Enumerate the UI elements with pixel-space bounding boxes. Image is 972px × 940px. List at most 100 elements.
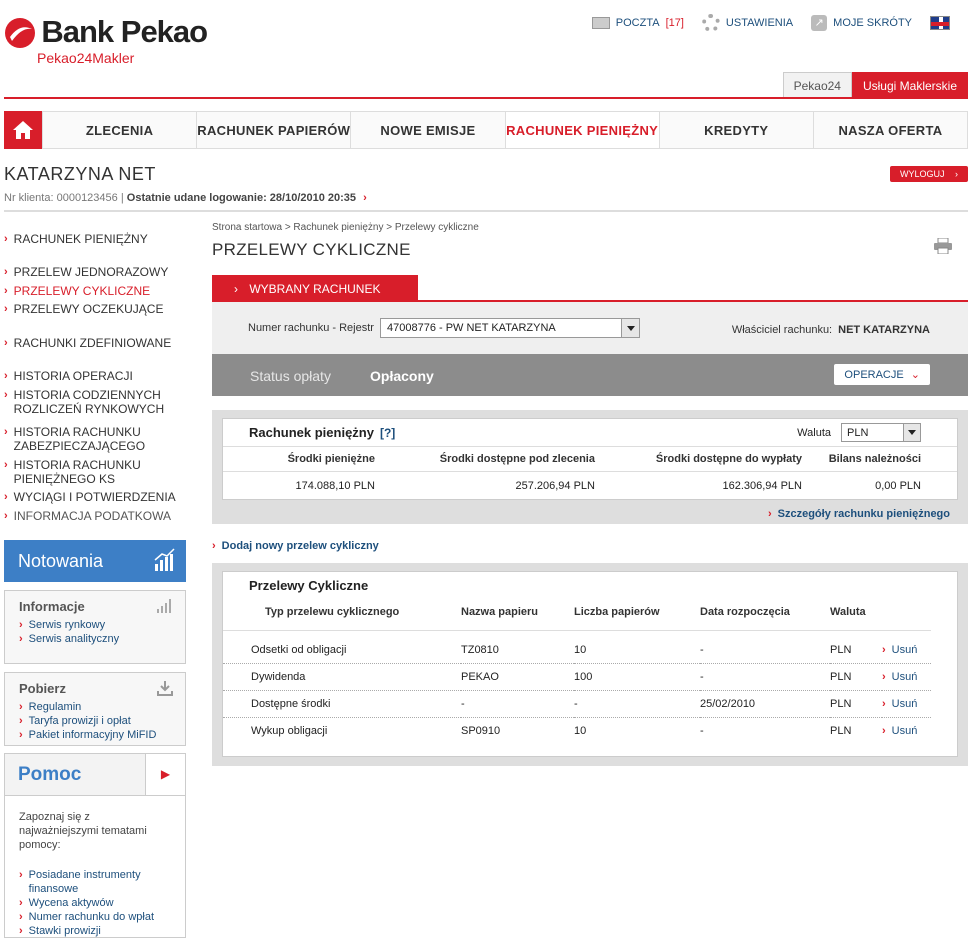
side-item-informacja-podatkowa[interactable]: › INFORMACJA PODATKOWA (4, 509, 171, 523)
settings-link[interactable]: USTAWIENIA (701, 14, 793, 32)
side-item-historia-rozliczen[interactable]: › HISTORIA CODZIENNYCH ROZLICZEŃ RYNKOWYC… (4, 388, 174, 416)
bank-logo[interactable]: Bank Pekao Pekao24Makler (4, 14, 208, 66)
delete-link[interactable]: › Usuń (882, 637, 931, 664)
add-recurring-link[interactable]: › Dodaj nowy przelew cykliczny (212, 540, 379, 552)
balance-table: Środki pieniężne Środki dostępne pod zle… (223, 447, 957, 500)
status-label: Status opłaty (250, 368, 331, 384)
chevron-right-icon: › (19, 619, 23, 631)
pobierz-box: Pobierz › Regulamin › Taryfa prowizji i op… (4, 672, 186, 746)
chevron-right-icon: › (363, 192, 367, 204)
user-divider (4, 210, 968, 212)
chevron-right-icon: › (4, 285, 8, 297)
side-item-przelewy-oczekujace[interactable]: › PRZELEWY OCZEKUJĄCE (4, 302, 163, 316)
tab-pekao24[interactable]: Pekao24 (782, 72, 852, 99)
dropdown-button[interactable] (903, 424, 920, 441)
side-item-przelewy-cykliczne[interactable]: › PRZELEWY CYKLICZNE (4, 284, 150, 298)
chevron-down-icon: ⌄ (910, 369, 920, 381)
side-item-historia-operacji[interactable]: › HISTORIA OPERACJI (4, 369, 133, 383)
currency-select[interactable]: PLN (841, 423, 921, 442)
chevron-right-icon: › (882, 725, 886, 737)
shortcuts-link[interactable]: ↗ MOJE SKRÓTY (811, 15, 912, 31)
side-item-historia-zabezpieczajacego[interactable]: › HISTORIA RACHUNKU ZABEZPIECZAJĄCEGO (4, 425, 164, 453)
chevron-right-icon: › (19, 897, 23, 909)
side-item-przelew-jednorazowy[interactable]: › PRZELEW JEDNORAZOWY (4, 265, 168, 279)
link-mifid[interactable]: › Pakiet informacyjny MiFID (19, 728, 171, 742)
link-wycena-aktywow[interactable]: › Wycena aktywów (19, 896, 171, 910)
header-divider (4, 97, 968, 99)
logout-button[interactable]: WYLOGUJ › (889, 166, 968, 182)
print-icon[interactable] (934, 238, 952, 254)
side-item-historia-ks[interactable]: › HISTORIA RACHUNKU PIENIĘŻNEGO KS (4, 458, 154, 486)
breadcrumb[interactable]: Strona startowa > Rachunek pieniężny > P… (212, 222, 479, 233)
table-row: Dostępne środki - - 25/02/2010 PLN › Usuń (223, 690, 931, 718)
recurring-title: Przelewy Cykliczne (249, 578, 369, 593)
chevron-right-icon: › (4, 510, 8, 522)
tab-uslugi-maklerskie[interactable]: Usługi Maklerskie (851, 72, 968, 99)
link-taryfa[interactable]: › Taryfa prowizji i opłat (19, 714, 171, 728)
dropdown-button[interactable] (621, 319, 639, 337)
informacje-box: Informacje › Serwis rynkowy › Serwis anali… (4, 590, 186, 664)
chart-icon (154, 548, 175, 571)
play-arrow-icon[interactable]: ▶ (145, 754, 185, 795)
payment-status-bar: Status opłaty Opłacony OPERACJE ⌄ (212, 354, 968, 396)
uk-flag-icon[interactable] (930, 16, 950, 30)
tab-wybrany-rachunek[interactable]: › WYBRANY RACHUNEK (212, 275, 418, 301)
delete-link[interactable]: › Usuń (882, 663, 931, 691)
notowania-banner[interactable]: Notowania (4, 540, 186, 582)
page-title: PRZELEWY CYKLICZNE (212, 240, 411, 259)
mail-link[interactable]: POCZTA [17] (591, 17, 684, 29)
operations-button[interactable]: OPERACJE ⌄ (834, 364, 930, 385)
pomoc-box: Pomoc ▶ Zapoznaj się z najważniejszymi t… (4, 753, 186, 938)
nav-nasza-oferta[interactable]: NASZA OFERTA (812, 112, 967, 148)
nav-kredyty[interactable]: KREDYTY (658, 112, 813, 148)
envelope-icon (591, 17, 610, 29)
table-row: 174.088,10 PLN 257.206,94 PLN 162.306,94… (295, 480, 921, 492)
side-item-wyciagi[interactable]: › WYCIĄGI I POTWIERDZENIA (4, 490, 176, 504)
chevron-right-icon: › (4, 426, 8, 438)
chevron-right-icon: › (19, 633, 23, 645)
table-row: Odsetki od obligacji TZ0810 10 - PLN › Us… (223, 637, 931, 664)
side-item-rachunki-zdefiniowane[interactable]: › RACHUNKI ZDEFINIOWANE (4, 336, 171, 350)
link-serwis-rynkowy[interactable]: › Serwis rynkowy (19, 618, 171, 632)
pomoc-header[interactable]: Pomoc ▶ (5, 754, 185, 796)
nav-nowe-emisje[interactable]: NOWE EMISJE (350, 112, 504, 148)
link-posiadane-instrumenty[interactable]: › Posiadane instrumenty finansowe (19, 868, 171, 896)
signal-bars-icon (157, 599, 171, 613)
informacje-title: Informacje (19, 599, 85, 614)
help-link[interactable]: [?] (380, 426, 395, 440)
delete-link[interactable]: › Usuń (882, 690, 931, 718)
chevron-right-icon: › (4, 233, 8, 245)
chevron-right-icon: › (19, 911, 23, 923)
chevron-down-icon (908, 430, 916, 435)
home-icon (13, 121, 33, 139)
nav-rachunek-pieniezny[interactable]: RACHUNEK PIENIĘŻNY (504, 112, 659, 148)
pekao-logo-icon (5, 18, 35, 48)
chevron-down-icon (626, 325, 635, 331)
table-row: Wykup obligacji SP0910 10 - PLN › Usuń (223, 718, 931, 745)
link-regulamin[interactable]: › Regulamin (19, 700, 171, 714)
chevron-right-icon: › (882, 644, 886, 656)
pobierz-title: Pobierz (19, 681, 66, 696)
chevron-right-icon: › (4, 266, 8, 278)
details-link[interactable]: › Szczegóły rachunku pieniężnego (768, 508, 950, 520)
balance-title: Rachunek pieniężny [?] (249, 425, 396, 440)
balance-panel: Rachunek pieniężny [?] Waluta PLN Środki … (212, 410, 968, 524)
side-item-rachunek-pieniezny[interactable]: › RACHUNEK PIENIĘŻNY (4, 232, 148, 246)
link-serwis-analityczny[interactable]: › Serwis analityczny (19, 632, 171, 646)
account-owner: Właściciel rachunku: NET KATARZYNA (731, 324, 930, 336)
portal-tabs: Pekao24 Usługi Maklerskie (782, 72, 968, 99)
chevron-right-icon: › (4, 370, 8, 382)
nav-rachunek-papierow[interactable]: RACHUNEK PAPIERÓW (196, 112, 350, 148)
link-numer-rachunku[interactable]: › Numer rachunku do wpłat (19, 910, 171, 924)
last-login: 28/10/2010 20:35 (269, 192, 357, 204)
account-select[interactable]: 47008776 - PW NET KATARZYNA (380, 318, 640, 338)
chevron-right-icon: › (4, 303, 8, 315)
home-button[interactable] (4, 111, 42, 149)
pomoc-body: Zapoznaj się z najważniejszymi tematami … (5, 796, 185, 940)
chevron-right-icon: › (234, 282, 238, 296)
nav-zlecenia[interactable]: ZLECENIA (42, 112, 196, 148)
client-info: Nr klienta: 0000123456 | Ostatnie udane … (4, 192, 367, 204)
table-row: Dywidenda PEKAO 100 - PLN › Usuń (223, 663, 931, 691)
delete-link[interactable]: › Usuń (882, 718, 931, 745)
link-stawki-prowizji[interactable]: › Stawki prowizji (19, 924, 171, 938)
